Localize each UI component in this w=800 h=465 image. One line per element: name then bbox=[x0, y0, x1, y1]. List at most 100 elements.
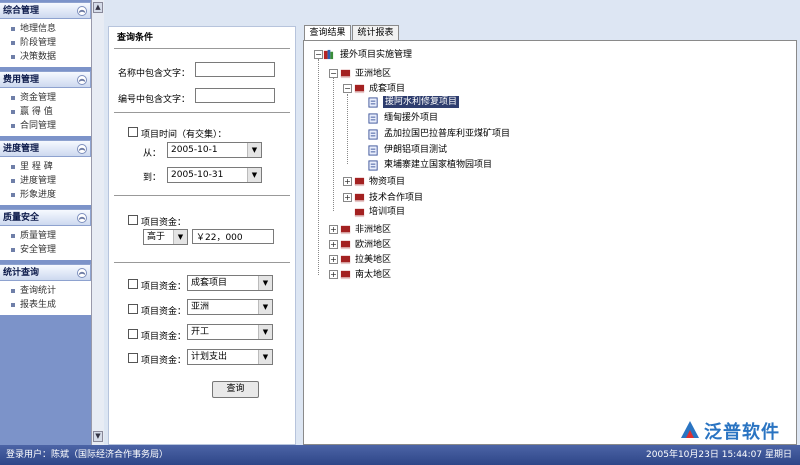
tree-node-material[interactable]: 物资项目 bbox=[369, 176, 405, 188]
sidebar-item-funds[interactable]: 资金管理 bbox=[0, 91, 91, 105]
root-icon bbox=[323, 49, 334, 60]
collapse-icon[interactable]: ︽ bbox=[77, 75, 87, 85]
book-icon bbox=[340, 255, 351, 265]
tree-node-root[interactable]: 援外项目实施管理 bbox=[340, 49, 412, 61]
sidebar-item-progress[interactable]: 进度管理 bbox=[0, 174, 91, 188]
filter-select-type[interactable]: 成套项目 ▼ bbox=[187, 275, 273, 291]
sidebar-item-report[interactable]: 报表生成 bbox=[0, 298, 91, 312]
name-input[interactable] bbox=[195, 62, 275, 77]
sidebar-section-cost: 费用管理 ︽ 资金管理 赢 得 值 合同管理 bbox=[0, 71, 91, 136]
fund-checkbox[interactable] bbox=[128, 215, 138, 225]
bullet-icon bbox=[11, 193, 15, 197]
sidebar-item-query-stats[interactable]: 查询统计 bbox=[0, 284, 91, 298]
book-icon bbox=[340, 225, 351, 235]
sidebar-item-stage[interactable]: 阶段管理 bbox=[0, 36, 91, 50]
book-icon bbox=[354, 177, 365, 187]
tree-node-europe[interactable]: 欧洲地区 bbox=[355, 239, 391, 251]
expand-toggle[interactable]: + bbox=[329, 225, 338, 234]
filter-checkbox[interactable] bbox=[128, 304, 138, 314]
tree-node-tech[interactable]: 技术合作项目 bbox=[369, 192, 423, 204]
section-header[interactable]: 进度管理 ︽ bbox=[0, 140, 91, 157]
sidebar-item-quality[interactable]: 质量管理 bbox=[0, 229, 91, 243]
login-user: 登录用户：陈斌（国际经济合作事务局） bbox=[6, 450, 169, 460]
tree-node-project[interactable]: 援阿水利修复项目 bbox=[383, 96, 460, 108]
chevron-down-icon[interactable]: ▼ bbox=[258, 276, 272, 290]
sidebar-item-label: 质量管理 bbox=[20, 231, 57, 241]
divider bbox=[114, 195, 290, 196]
tree-line bbox=[347, 94, 348, 164]
sidebar-scrollbar[interactable]: ▲ ▼ bbox=[91, 0, 104, 445]
filter-value: 开工 bbox=[191, 327, 210, 337]
to-date-select[interactable]: 2005-10-31 ▼ bbox=[167, 167, 262, 183]
filter-value: 计划支出 bbox=[191, 352, 228, 362]
chevron-down-icon[interactable]: ▼ bbox=[258, 350, 272, 364]
tree-node-project[interactable]: 伊朗铝项目测试 bbox=[384, 144, 447, 156]
scroll-up-icon[interactable]: ▲ bbox=[93, 2, 103, 13]
filter-select-region[interactable]: 亚洲 ▼ bbox=[187, 299, 273, 315]
collapse-icon[interactable]: ︽ bbox=[77, 213, 87, 223]
divider bbox=[114, 48, 290, 49]
sidebar-item-earned-value[interactable]: 赢 得 值 bbox=[0, 105, 91, 119]
section-header[interactable]: 费用管理 ︽ bbox=[0, 71, 91, 88]
expand-toggle[interactable]: + bbox=[343, 177, 352, 186]
section-title: 统计查询 bbox=[3, 268, 40, 278]
sidebar: 综合管理 ︽ 地理信息 阶段管理 决策数据 费用管理 ︽ 资金管理 赢 得 值 合同… bbox=[0, 0, 104, 445]
sidebar-item-safety[interactable]: 安全管理 bbox=[0, 243, 91, 257]
sidebar-item-geo[interactable]: 地理信息 bbox=[0, 22, 91, 36]
scroll-down-icon[interactable]: ▼ bbox=[93, 431, 103, 442]
sidebar-item-decision[interactable]: 决策数据 bbox=[0, 50, 91, 64]
tree-node-project[interactable]: 柬埔寨建立国家植物园项目 bbox=[384, 159, 492, 171]
collapse-toggle[interactable]: − bbox=[329, 69, 338, 78]
book-icon bbox=[354, 84, 365, 94]
name-label: 名称中包含文字： bbox=[118, 69, 191, 79]
section-header[interactable]: 质量安全 ︽ bbox=[0, 209, 91, 226]
chevron-down-icon[interactable]: ▼ bbox=[258, 325, 272, 339]
chevron-down-icon[interactable]: ▼ bbox=[247, 143, 261, 157]
chevron-down-icon[interactable]: ▼ bbox=[258, 300, 272, 314]
expand-toggle[interactable]: + bbox=[329, 255, 338, 264]
expand-toggle[interactable]: + bbox=[343, 193, 352, 202]
chevron-down-icon[interactable]: ▼ bbox=[247, 168, 261, 182]
tree-node-south-pacific[interactable]: 南太地区 bbox=[355, 269, 391, 281]
sidebar-item-contracts[interactable]: 合同管理 bbox=[0, 119, 91, 133]
expand-toggle[interactable]: + bbox=[329, 270, 338, 279]
result-tabs: 查询结果 统计报表 bbox=[303, 25, 797, 42]
bullet-icon bbox=[11, 248, 15, 252]
collapse-icon[interactable]: ︽ bbox=[77, 144, 87, 154]
from-date-select[interactable]: 2005-10-1 ▼ bbox=[167, 142, 262, 158]
filter-select-expense[interactable]: 计划支出 ▼ bbox=[187, 349, 273, 365]
code-input[interactable] bbox=[195, 88, 275, 103]
sidebar-item-label: 里 程 碑 bbox=[20, 162, 53, 172]
collapse-icon[interactable]: ︽ bbox=[77, 6, 87, 16]
bullet-icon bbox=[11, 110, 15, 114]
section-header[interactable]: 综合管理 ︽ bbox=[0, 2, 91, 19]
tree-node-complete[interactable]: 成套项目 bbox=[369, 83, 405, 95]
sidebar-item-milestone[interactable]: 里 程 碑 bbox=[0, 160, 91, 174]
tree-node-africa[interactable]: 非洲地区 bbox=[355, 224, 391, 236]
fund-amount-input[interactable] bbox=[192, 229, 274, 244]
tree-node-training[interactable]: 培训项目 bbox=[369, 206, 405, 218]
filter-checkbox[interactable] bbox=[128, 329, 138, 339]
to-date-value: 2005-10-31 bbox=[171, 170, 224, 180]
fund-op-select[interactable]: 高于 ▼ bbox=[143, 229, 188, 245]
document-icon bbox=[368, 97, 378, 108]
filter-checkbox[interactable] bbox=[128, 279, 138, 289]
query-button[interactable]: 查询 bbox=[212, 381, 259, 398]
tree-node-latam[interactable]: 拉美地区 bbox=[355, 254, 391, 266]
filter-select-status[interactable]: 开工 ▼ bbox=[187, 324, 273, 340]
collapse-icon[interactable]: ︽ bbox=[77, 268, 87, 278]
collapse-toggle[interactable]: − bbox=[314, 50, 323, 59]
time-checkbox[interactable] bbox=[128, 127, 138, 137]
tree-node-asia[interactable]: 亚洲地区 bbox=[355, 68, 391, 80]
chevron-down-icon[interactable]: ▼ bbox=[173, 230, 187, 244]
collapse-toggle[interactable]: − bbox=[343, 84, 352, 93]
tree-node-project[interactable]: 缅甸援外项目 bbox=[384, 112, 438, 124]
time-label: 项目时间（有交集）： bbox=[141, 130, 227, 140]
filter-checkbox[interactable] bbox=[128, 353, 138, 363]
expand-toggle[interactable]: + bbox=[329, 240, 338, 249]
sidebar-item-image-progress[interactable]: 形象进度 bbox=[0, 188, 91, 202]
tab-reports[interactable]: 统计报表 bbox=[352, 25, 399, 41]
section-header[interactable]: 统计查询 ︽ bbox=[0, 264, 91, 281]
sidebar-item-label: 进度管理 bbox=[20, 176, 57, 186]
tree-node-project[interactable]: 孟加拉国巴拉普库利亚煤矿项目 bbox=[384, 128, 510, 140]
